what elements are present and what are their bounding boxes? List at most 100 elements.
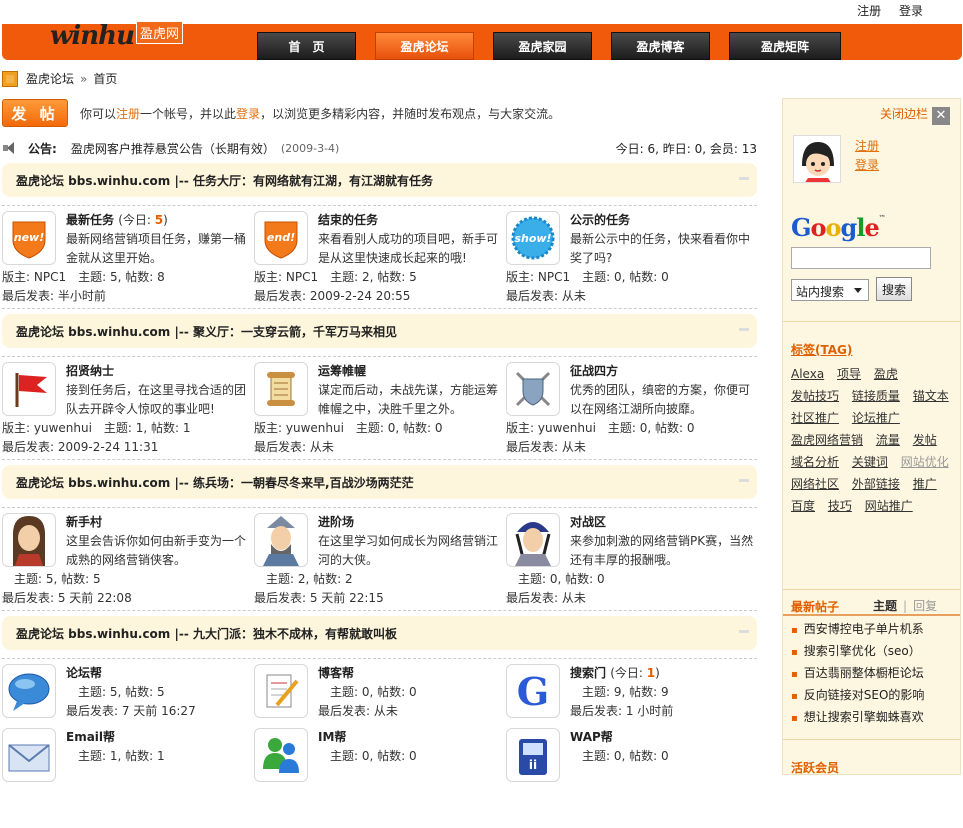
scroll-icon[interactable] xyxy=(254,362,308,416)
forum-name[interactable]: 搜索门 xyxy=(570,666,606,680)
forum-title[interactable]: 征战四方 xyxy=(570,362,618,379)
collapse-icon[interactable] xyxy=(739,630,749,633)
search-button[interactable]: 搜索 xyxy=(876,277,912,301)
forum-title[interactable]: 论坛帮 xyxy=(66,664,102,681)
shield-swords-icon[interactable] xyxy=(506,362,560,416)
tag-link[interactable]: 发帖技巧 xyxy=(791,389,839,403)
forum-title[interactable]: WAP帮 xyxy=(570,728,613,745)
nav-forum[interactable]: 盈虎论坛 xyxy=(375,32,474,60)
tab-topics[interactable]: 主题 xyxy=(873,599,897,613)
new-badge-icon[interactable]: new! xyxy=(2,211,56,265)
tag-link[interactable]: 论坛推广 xyxy=(852,411,900,425)
tag-link[interactable]: Alexa xyxy=(791,367,824,381)
tag-link[interactable]: 推广 xyxy=(913,477,937,491)
forum-title[interactable]: 新手村 xyxy=(66,513,102,530)
new-post-button[interactable]: 发 帖 xyxy=(2,99,68,127)
tag-link[interactable]: 网络社区 xyxy=(791,477,839,491)
tag-title[interactable]: 标签(TAG) xyxy=(791,341,852,358)
forum-title[interactable]: 博客帮 xyxy=(318,664,354,681)
flag-icon[interactable] xyxy=(2,362,56,416)
forum-title[interactable]: IM帮 xyxy=(318,728,346,745)
forum-title[interactable]: Email帮 xyxy=(66,728,115,745)
tag-link[interactable]: 技巧 xyxy=(828,499,852,513)
forum-name[interactable]: 运筹帷幄 xyxy=(318,364,366,378)
section-header[interactable]: 盈虎论坛 bbs.winhu.com |-- 任务大厅：有网络就有江湖，有江湖就… xyxy=(2,163,757,197)
forum-name[interactable]: 对战区 xyxy=(570,515,606,529)
new-post-item[interactable]: 百达翡丽整体橱柜论坛 xyxy=(791,663,924,685)
collapse-icon[interactable] xyxy=(739,328,749,331)
forum-name[interactable]: WAP帮 xyxy=(570,730,613,744)
announcement-link[interactable]: 盈虎网客户推荐悬赏公告（长期有效） xyxy=(71,140,275,157)
tag-link[interactable]: 发帖 xyxy=(913,433,937,447)
new-post-item[interactable]: 搜索引擎优化（seo） xyxy=(791,641,924,663)
warrior-icon[interactable] xyxy=(2,513,56,567)
section-header[interactable]: 盈虎论坛 bbs.winhu.com |-- 九大门派：独木不成林，有帮就敢叫板 xyxy=(2,616,757,650)
forum-name[interactable]: 进阶场 xyxy=(318,515,354,529)
section-header[interactable]: 盈虎论坛 bbs.winhu.com |-- 聚义厅：一支穿云箭，千军万马来相见 xyxy=(2,314,757,348)
messenger-icon[interactable] xyxy=(254,728,308,782)
forum-name[interactable]: IM帮 xyxy=(318,730,346,744)
close-icon[interactable]: ✕ xyxy=(932,107,950,125)
forum-title[interactable]: 最新任务 (今日: 5) xyxy=(66,211,168,228)
tag-link[interactable]: 流量 xyxy=(876,433,900,447)
nav-blog[interactable]: 盈虎博客 xyxy=(611,32,710,60)
forum-title[interactable]: 进阶场 xyxy=(318,513,354,530)
forum-title[interactable]: 搜索门 (今日: 1) xyxy=(570,664,660,681)
forum-name[interactable]: 博客帮 xyxy=(318,666,354,680)
search-scope-select[interactable]: 站内搜索 xyxy=(791,279,869,301)
tag-link[interactable]: 外部链接 xyxy=(852,477,900,491)
forum-name[interactable]: 新手村 xyxy=(66,515,102,529)
tag-link[interactable]: 锚文本 xyxy=(913,389,949,403)
tag-link[interactable]: 盈虎 xyxy=(874,367,898,381)
forum-name[interactable]: 论坛帮 xyxy=(66,666,102,680)
tag-link[interactable]: 网站推广 xyxy=(865,499,913,513)
notepad-icon[interactable] xyxy=(254,664,308,718)
forum-title[interactable]: 运筹帷幄 xyxy=(318,362,366,379)
login-link[interactable]: 登录 xyxy=(899,4,923,18)
search-input[interactable] xyxy=(791,247,931,269)
forum-title[interactable]: 公示的任务 xyxy=(570,211,630,228)
google-g-icon[interactable]: G xyxy=(506,664,560,718)
end-badge-icon[interactable]: end! xyxy=(254,211,308,265)
tag-link[interactable]: 链接质量 xyxy=(852,389,900,403)
forum-name[interactable]: 最新任务 xyxy=(66,213,114,227)
forum-name[interactable]: 结束的任务 xyxy=(318,213,378,227)
tag-link[interactable]: 盈虎网络营销 xyxy=(791,433,863,447)
nav-home-community[interactable]: 盈虎家园 xyxy=(493,32,592,60)
sidebar-register-link[interactable]: 注册 xyxy=(855,137,879,156)
forum-name[interactable]: 公示的任务 xyxy=(570,213,630,227)
forum-title[interactable]: 结束的任务 xyxy=(318,211,378,228)
collapse-icon[interactable] xyxy=(739,479,749,482)
nav-home[interactable]: 首 页 xyxy=(257,32,356,60)
register-link[interactable]: 注册 xyxy=(857,4,881,18)
home-icon[interactable] xyxy=(2,70,18,87)
knight-icon[interactable] xyxy=(506,513,560,567)
forum-title[interactable]: 对战区 xyxy=(570,513,606,530)
chat-bubble-icon[interactable] xyxy=(2,664,56,718)
breadcrumb-forum[interactable]: 盈虎论坛 xyxy=(26,70,74,87)
new-post-item[interactable]: 西安博控电子单片机系 xyxy=(791,619,924,641)
tag-link[interactable]: 项导 xyxy=(837,367,861,381)
tag-link[interactable]: 社区推广 xyxy=(791,411,839,425)
forum-title[interactable]: 招贤纳士 xyxy=(66,362,114,379)
tag-link[interactable]: 域名分析 xyxy=(791,455,839,469)
close-sidebar-link[interactable]: 关闭边栏 xyxy=(880,105,928,122)
show-badge-icon[interactable]: show! xyxy=(506,211,560,265)
nav-matrix[interactable]: 盈虎矩阵 xyxy=(729,32,841,60)
collapse-icon[interactable] xyxy=(739,177,749,180)
tag-link[interactable]: 网站优化 xyxy=(901,455,949,469)
tag-link[interactable]: 关键词 xyxy=(852,455,888,469)
tag-link[interactable]: 百度 xyxy=(791,499,815,513)
forum-name[interactable]: 招贤纳士 xyxy=(66,364,114,378)
section-header[interactable]: 盈虎论坛 bbs.winhu.com |-- 练兵场：一朝春尽冬来早,百战沙场两… xyxy=(2,465,757,499)
site-logo[interactable]: winhu 盈虎网 xyxy=(50,20,183,50)
tab-replies[interactable]: 回复 xyxy=(913,599,937,613)
general-icon[interactable] xyxy=(254,513,308,567)
forum-name[interactable]: 征战四方 xyxy=(570,364,618,378)
welcome-register-link[interactable]: 注册 xyxy=(116,107,140,121)
envelope-icon[interactable] xyxy=(2,728,56,782)
forum-name[interactable]: Email帮 xyxy=(66,730,115,744)
sidebar-login-link[interactable]: 登录 xyxy=(855,156,879,175)
new-post-item[interactable]: 想让搜索引擎蜘蛛喜欢 xyxy=(791,707,924,729)
new-post-item[interactable]: 反向链接对SEO的影响 xyxy=(791,685,925,707)
